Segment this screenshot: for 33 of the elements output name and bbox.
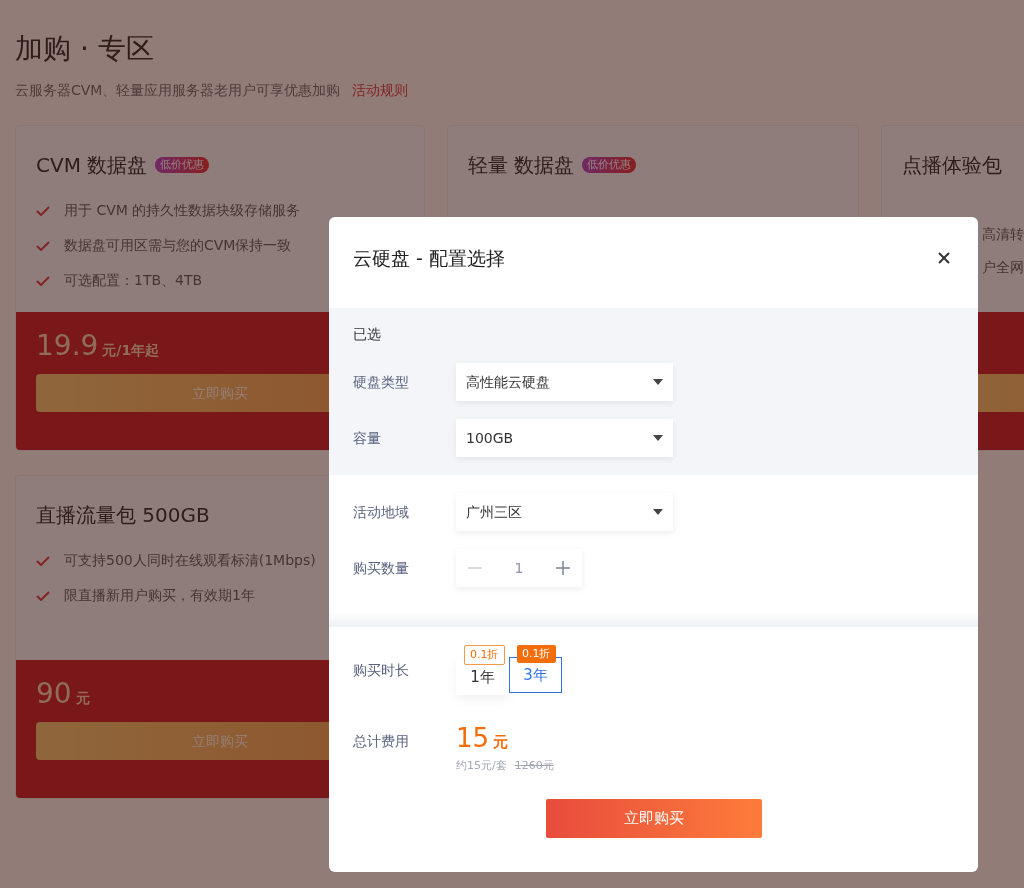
price-unit: 元	[75, 689, 90, 708]
discount-badge: 低价优惠	[155, 156, 210, 174]
field-label: 活动地域	[353, 502, 410, 522]
price-value: 19.9	[36, 332, 99, 360]
field-label: 容量	[353, 428, 382, 448]
feature-text: 可支持500人同时在线观看标清(1Mbps)	[64, 551, 316, 570]
price-value: 90	[36, 680, 72, 708]
feature-text: 用于 CVM 的持久性数据块级存储服务	[64, 201, 301, 220]
total-unit: 元	[493, 732, 509, 753]
card-title: 点播体验包	[902, 152, 1002, 179]
feature-text: 高清转	[982, 225, 1024, 244]
card-title: 直播流量包 500GB	[36, 502, 210, 529]
discount-tag: 0.1折	[464, 645, 505, 665]
card-title: CVM 数据盘	[36, 152, 148, 179]
feature-text: 数据盘可用区需与您的CVM保持一致	[64, 236, 292, 255]
feature-text: 户全网	[982, 258, 1024, 277]
feature-text: 限直播新用户购买，有效期1年	[64, 586, 255, 605]
dialog-title: 云硬盘 - 配置选择	[353, 245, 505, 271]
page-title: 加购 · 专区	[15, 31, 155, 67]
field-label: 硬盘类型	[353, 372, 410, 392]
discount-badge: 低价优惠	[582, 156, 637, 174]
field-label: 购买数量	[353, 558, 410, 578]
price-unit: 元/1年起	[102, 341, 160, 360]
discount-tag: 0.1折	[517, 645, 556, 663]
card-title: 轻量 数据盘	[468, 152, 575, 179]
section-label: 已选	[353, 325, 382, 344]
original-price: 1260元	[514, 758, 554, 774]
feature-text: 可选配置：1TB、4TB	[64, 271, 203, 290]
page-subtitle: 云服务器CVM、轻量应用服务器老用户可享优惠加购	[15, 81, 341, 100]
unit-price: 约15元/套	[456, 758, 507, 774]
field-label: 总计费用	[353, 732, 410, 751]
field-label: 购买时长	[353, 660, 410, 680]
total-amount: 15	[456, 722, 490, 755]
